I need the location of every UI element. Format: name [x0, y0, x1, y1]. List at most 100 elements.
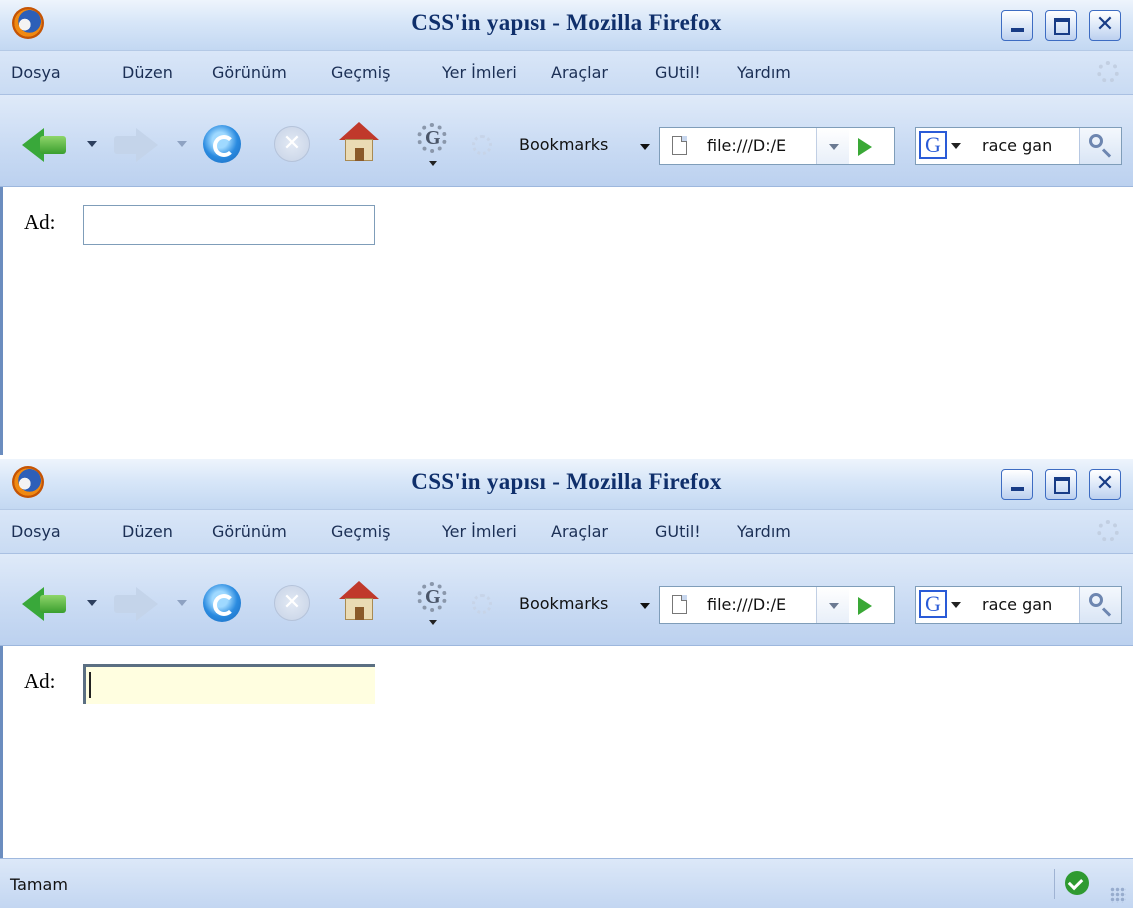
- menu-yer-imleri[interactable]: Yer İmleri: [442, 63, 517, 82]
- minimize-button[interactable]: [1001, 10, 1033, 41]
- back-button[interactable]: [22, 126, 68, 164]
- url-history-dropdown[interactable]: [816, 128, 849, 164]
- forward-button[interactable]: [112, 126, 158, 164]
- menu-duzen[interactable]: Düzen: [122, 63, 173, 82]
- ad-input-focused[interactable]: [83, 664, 375, 704]
- url-history-dropdown[interactable]: [816, 587, 849, 623]
- menu-gorunum[interactable]: Görünüm: [212, 522, 287, 541]
- gutil-dropdown-icon: [429, 161, 437, 166]
- search-input[interactable]: race gan: [982, 136, 1076, 155]
- back-button[interactable]: [22, 585, 68, 623]
- forward-history-dropdown[interactable]: [177, 141, 187, 147]
- menu-gorunum[interactable]: Görünüm: [212, 63, 287, 82]
- minimize-button[interactable]: [1001, 469, 1033, 500]
- magnifier-icon: [1089, 593, 1103, 607]
- resize-grip[interactable]: [1110, 887, 1126, 903]
- google-engine-icon[interactable]: G: [919, 590, 947, 618]
- menu-gecmis[interactable]: Geçmiş: [331, 522, 390, 541]
- bookmarks-dropdown-icon[interactable]: [640, 144, 650, 150]
- go-button[interactable]: [858, 138, 872, 156]
- menu-araclar[interactable]: Araçlar: [551, 63, 608, 82]
- status-ok-icon[interactable]: [1065, 871, 1089, 895]
- search-bar[interactable]: G race gan: [915, 586, 1122, 624]
- loading-spinner-icon: [472, 594, 492, 614]
- window-title: CSS'in yapısı - Mozilla Firefox: [411, 469, 722, 494]
- back-arrow-tail: [40, 595, 66, 613]
- forward-history-dropdown[interactable]: [177, 600, 187, 606]
- gutil-extension-button[interactable]: G: [415, 580, 449, 625]
- close-button[interactable]: ✕: [1089, 469, 1121, 500]
- page-content: Ad:: [0, 646, 1133, 858]
- close-icon: ✕: [1095, 471, 1115, 496]
- page-content: Ad:: [0, 187, 1133, 456]
- menu-bar: Dosya Düzen Görünüm Geçmiş Yer İmleri Ar…: [0, 510, 1133, 554]
- menu-yardim[interactable]: Yardım: [737, 63, 791, 82]
- title-bar[interactable]: CSS'in yapısı - Mozilla Firefox ✕: [0, 0, 1133, 51]
- title-bar[interactable]: CSS'in yapısı - Mozilla Firefox ✕: [0, 459, 1133, 510]
- menu-bar: Dosya Düzen Görünüm Geçmiş Yer İmleri Ar…: [0, 51, 1133, 95]
- magnifier-icon: [1089, 134, 1103, 148]
- menu-yardim[interactable]: Yardım: [737, 522, 791, 541]
- ad-input[interactable]: [83, 205, 375, 245]
- window-title: CSS'in yapısı - Mozilla Firefox: [411, 10, 722, 35]
- home-icon-door: [355, 607, 364, 620]
- page-icon: [672, 595, 687, 614]
- stop-icon: ✕: [282, 590, 302, 615]
- home-icon: [339, 122, 379, 140]
- maximize-button[interactable]: [1045, 469, 1077, 500]
- stop-button[interactable]: ✕: [274, 585, 310, 621]
- google-engine-icon[interactable]: G: [919, 131, 947, 159]
- menu-gutil[interactable]: GUtil!: [655, 522, 701, 541]
- home-button[interactable]: [339, 581, 379, 623]
- menu-dosya[interactable]: Dosya: [11, 63, 61, 82]
- firefox-window-focused: CSS'in yapısı - Mozilla Firefox ✕ Dosya …: [0, 459, 1133, 908]
- navigation-toolbar: ✕ G Bookmarks file:///D:/E G race gan: [0, 95, 1133, 187]
- home-button[interactable]: [339, 122, 379, 164]
- forward-arrow-icon: [136, 587, 158, 621]
- search-engine-dropdown-icon[interactable]: [951, 602, 961, 608]
- search-engine-dropdown-icon[interactable]: [951, 143, 961, 149]
- back-history-dropdown[interactable]: [87, 141, 97, 147]
- back-arrow-tail: [40, 136, 66, 154]
- bookmarks-menu-button[interactable]: Bookmarks: [519, 594, 608, 613]
- navigation-toolbar: ✕ G Bookmarks file:///D:/E G race gan: [0, 554, 1133, 646]
- menu-gecmis[interactable]: Geçmiş: [331, 63, 390, 82]
- stop-button[interactable]: ✕: [274, 126, 310, 162]
- menu-araclar[interactable]: Araçlar: [551, 522, 608, 541]
- menu-yer-imleri[interactable]: Yer İmleri: [442, 522, 517, 541]
- home-icon-door: [355, 148, 364, 161]
- status-bar: Tamam: [0, 858, 1133, 908]
- url-bar[interactable]: file:///D:/E: [659, 127, 895, 165]
- close-icon: ✕: [1095, 12, 1115, 37]
- search-bar[interactable]: G race gan: [915, 127, 1122, 165]
- reload-button[interactable]: [203, 584, 241, 622]
- reload-button[interactable]: [203, 125, 241, 163]
- url-bar[interactable]: file:///D:/E: [659, 586, 895, 624]
- activity-throbber-icon: [1097, 520, 1119, 542]
- close-button[interactable]: ✕: [1089, 10, 1121, 41]
- back-history-dropdown[interactable]: [87, 600, 97, 606]
- search-input[interactable]: race gan: [982, 595, 1076, 614]
- gutil-dropdown-icon: [429, 620, 437, 625]
- url-input[interactable]: file:///D:/E: [707, 595, 811, 614]
- activity-throbber-icon: [1097, 61, 1119, 83]
- go-button[interactable]: [858, 597, 872, 615]
- menu-dosya[interactable]: Dosya: [11, 522, 61, 541]
- menu-gutil[interactable]: GUtil!: [655, 63, 701, 82]
- maximize-button[interactable]: [1045, 10, 1077, 41]
- home-icon: [339, 581, 379, 599]
- search-button[interactable]: [1079, 128, 1121, 164]
- bookmarks-menu-button[interactable]: Bookmarks: [519, 135, 608, 154]
- firefox-window-before: CSS'in yapısı - Mozilla Firefox ✕ Dosya …: [0, 0, 1133, 456]
- ad-label: Ad:: [24, 669, 56, 693]
- bookmarks-dropdown-icon[interactable]: [640, 603, 650, 609]
- ad-label: Ad:: [24, 210, 56, 234]
- url-input[interactable]: file:///D:/E: [707, 136, 811, 155]
- page-icon: [672, 136, 687, 155]
- forward-button[interactable]: [112, 585, 158, 623]
- loading-spinner-icon: [472, 135, 492, 155]
- search-button[interactable]: [1079, 587, 1121, 623]
- gutil-extension-button[interactable]: G: [415, 121, 449, 166]
- text-caret: [89, 672, 91, 698]
- menu-duzen[interactable]: Düzen: [122, 522, 173, 541]
